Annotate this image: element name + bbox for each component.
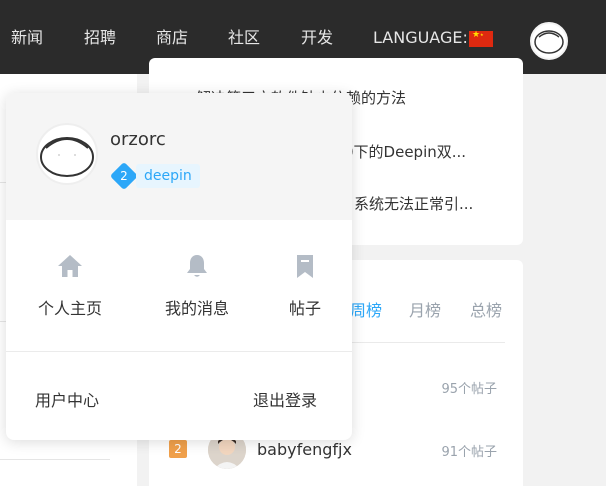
divider	[6, 351, 352, 352]
divider	[0, 459, 110, 460]
home-icon	[58, 255, 82, 277]
user-dropdown: orzorc 2 deepin 个人主页 我的消息 帖子 用户中心 退出登录	[6, 93, 352, 440]
level-number: 2	[120, 169, 128, 183]
nav-item-develop[interactable]: 开发	[301, 28, 333, 48]
article-link[interactable]: 系统无法正常引...	[354, 193, 473, 214]
quick-link-label: 个人主页	[37, 299, 102, 318]
nav-item-community[interactable]: 社区	[228, 28, 260, 48]
group-tag: deepin	[136, 164, 200, 188]
article-link[interactable]: 0下的Deepin双...	[344, 141, 466, 162]
nav-item-store[interactable]: 商店	[156, 28, 188, 48]
user-avatar-button[interactable]	[530, 22, 568, 60]
tab-weekly[interactable]: 周榜	[350, 297, 382, 321]
bell-icon	[187, 255, 207, 277]
user-profile-header: orzorc 2 deepin	[6, 93, 352, 220]
avatar[interactable]	[36, 123, 98, 185]
nav-item-news[interactable]: 新闻	[11, 28, 43, 48]
user-center-link[interactable]: 用户中心	[35, 387, 99, 411]
rank-badge: 2	[169, 440, 187, 458]
nav-item-jobs[interactable]: 招聘	[84, 28, 116, 48]
avatar-face-icon	[40, 137, 94, 177]
post-count: 91个帖子	[441, 445, 497, 460]
tab-monthly[interactable]: 月榜	[409, 297, 441, 321]
tab-total[interactable]: 总榜	[470, 297, 502, 321]
my-messages-link[interactable]: 我的消息	[142, 253, 252, 319]
profile-home-link[interactable]: 个人主页	[15, 253, 125, 319]
post-count: 95个帖子	[441, 382, 497, 397]
my-posts-link[interactable]: 帖子	[250, 253, 352, 319]
china-flag-icon[interactable]: ★ ★	[469, 30, 493, 47]
user-name-link[interactable]: babyfengfjx	[257, 440, 352, 459]
quick-link-label: 我的消息	[164, 299, 229, 318]
avatar-face-icon	[534, 30, 564, 54]
bookmark-icon	[297, 255, 313, 278]
quick-link-label: 帖子	[288, 299, 321, 318]
username[interactable]: orzorc	[110, 129, 166, 150]
language-label[interactable]: LANGUAGE:	[373, 28, 468, 48]
logout-link[interactable]: 退出登录	[253, 387, 317, 411]
